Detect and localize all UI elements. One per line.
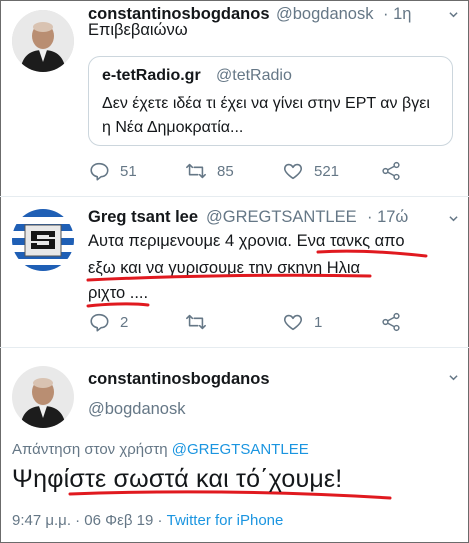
chevron-down-icon[interactable] — [449, 373, 458, 382]
author-handle[interactable]: @bogdanosk — [88, 400, 186, 419]
reply-mention-link[interactable]: @GREGTSANTLEE — [172, 441, 309, 458]
tweet-meta: 9:47 μ.μ. · 06 Φεβ 19 · Twitter for iPho… — [12, 512, 283, 529]
tweet-timestamp[interactable]: 9:47 μ.μ. · 06 Φεβ 19 · — [12, 512, 167, 529]
reply-context: Απάντηση στον χρήστη @GREGTSANTLEE — [12, 441, 309, 458]
author-name[interactable]: constantinosbogdanos — [88, 370, 270, 389]
tweet-source-link[interactable]: Twitter for iPhone — [167, 512, 284, 529]
tweet-text: Ψηφίστε σωστά και τό΄χουμε! — [12, 465, 343, 493]
avatar[interactable] — [12, 366, 74, 428]
reply-prefix: Απάντηση στον χρήστη — [12, 441, 168, 458]
